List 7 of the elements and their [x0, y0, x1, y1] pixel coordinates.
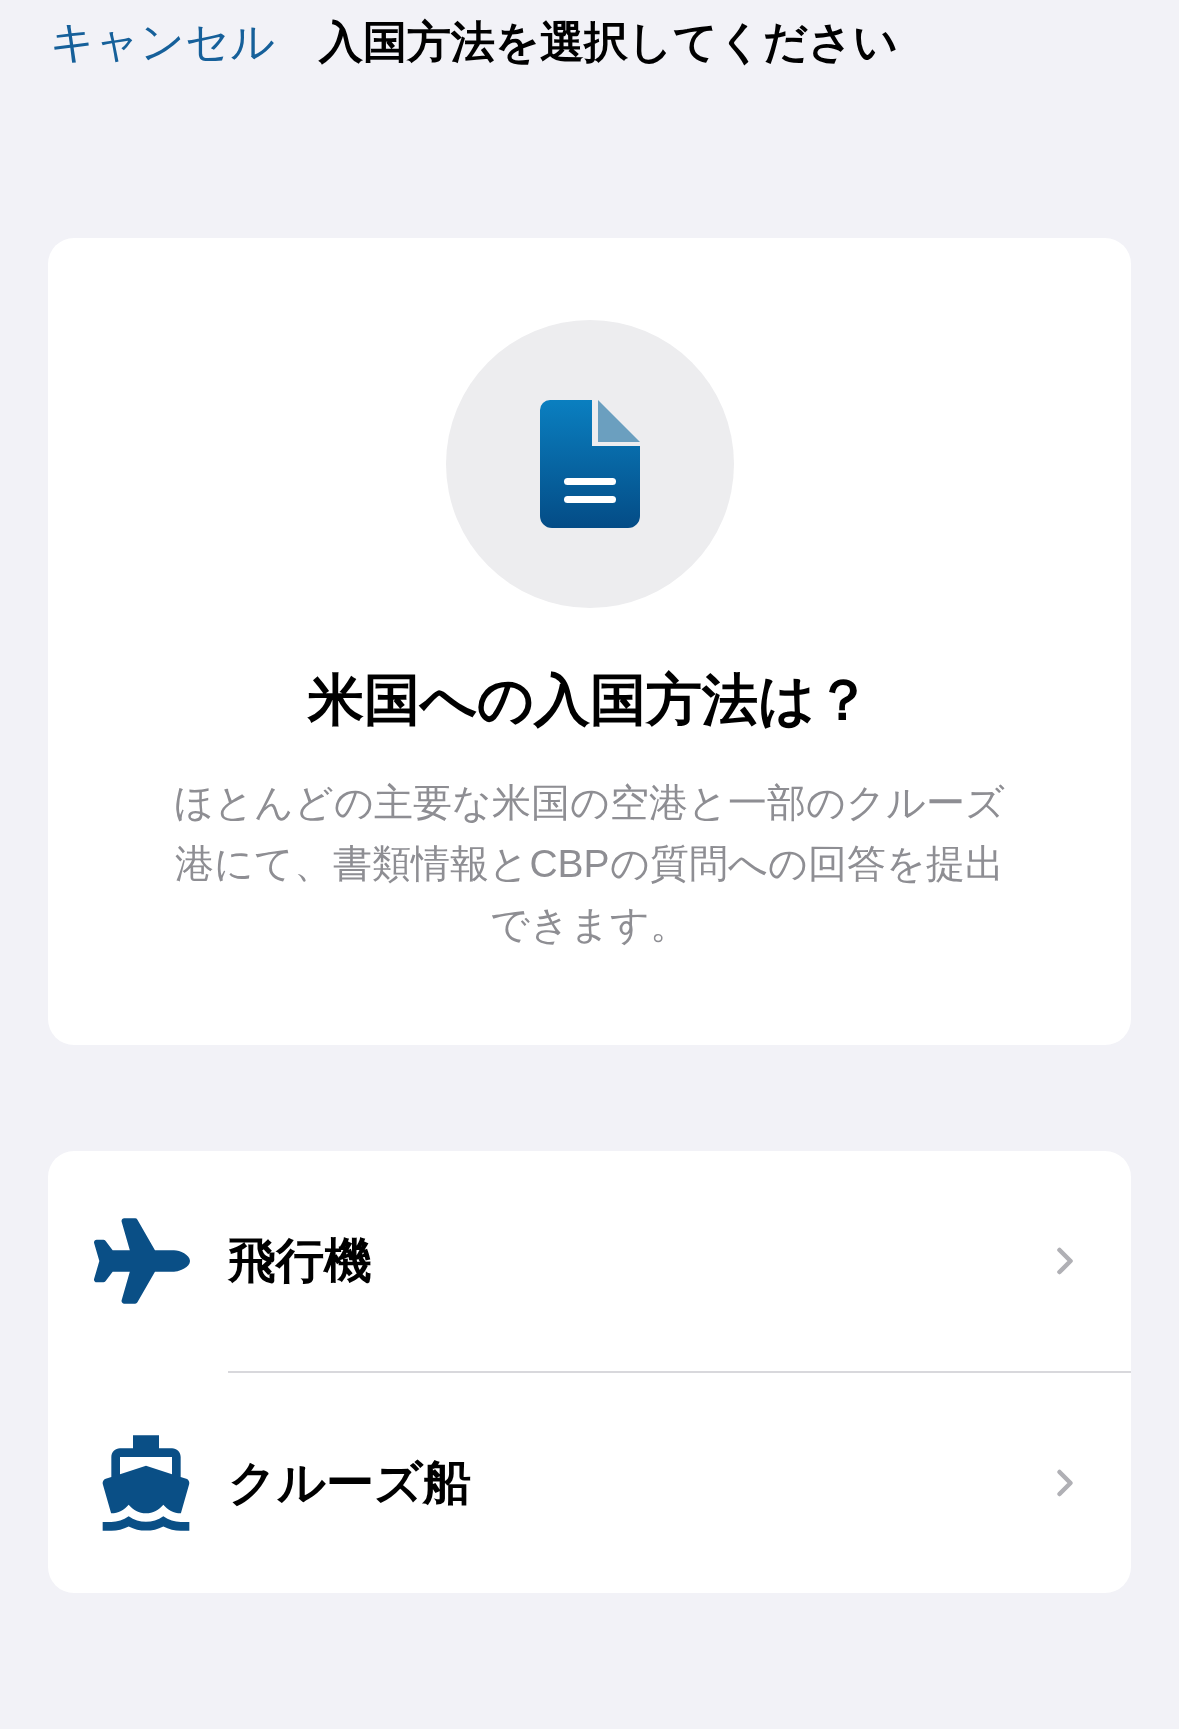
document-icon: [539, 400, 640, 528]
option-row[interactable]: 飛行機: [48, 1151, 1131, 1371]
cancel-button[interactable]: キャンセル: [50, 20, 275, 64]
option-row[interactable]: クルーズ船: [48, 1373, 1131, 1593]
intro-heading: 米国への入国方法は？: [308, 672, 871, 728]
page-title: 入国方法を選択してください: [319, 20, 898, 64]
intro-description: ほとんどの主要な米国の空港と一部のクルーズ港にて、書類情報とCBPの質問への回答を提出できます。: [173, 780, 1006, 948]
